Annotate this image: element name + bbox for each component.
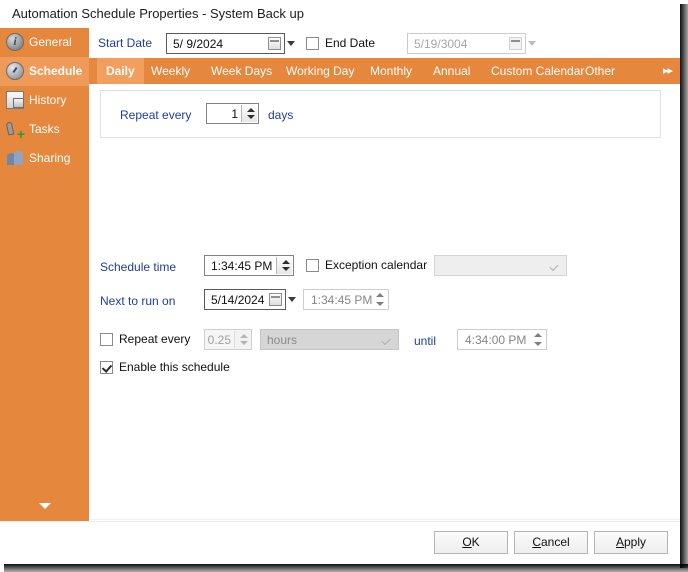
tab-weekly[interactable]: Weekly — [142, 58, 199, 84]
cancel-button[interactable]: Cancel — [514, 531, 588, 554]
date-row: Start Date 5/ 9/2024 End Date 5/19/3004 — [89, 28, 680, 58]
end-date-checkbox[interactable] — [306, 37, 319, 50]
schedule-time-value: 1:34:45 PM — [211, 259, 273, 273]
footer: OK Cancel Apply — [0, 521, 680, 565]
until-time-field[interactable]: 4:34:00 PM — [457, 329, 547, 350]
next-to-run-on-label: Next to run on — [100, 294, 176, 308]
tab-other[interactable]: Other — [576, 58, 624, 84]
schedule-time-field[interactable]: 1:34:45 PM — [204, 255, 294, 276]
spinner-arrows-icon[interactable] — [531, 332, 544, 347]
sidebar-item-label: History — [29, 93, 67, 107]
end-date-label: End Date — [325, 36, 376, 50]
tab-week-days[interactable]: Week Days — [202, 58, 281, 84]
repeat-every-label: Repeat every — [120, 108, 192, 122]
history-icon — [6, 91, 24, 109]
chevron-down-icon[interactable] — [528, 41, 536, 46]
tab-working-day[interactable]: Working Day — [277, 58, 363, 84]
calendar-icon[interactable] — [268, 37, 281, 50]
ok-label-rest: K — [471, 535, 480, 549]
ok-button[interactable]: OK — [434, 531, 508, 554]
title-bar: Automation Schedule Properties - System … — [0, 0, 680, 28]
end-date-field[interactable]: 5/19/3004 — [407, 33, 536, 54]
sidebar-item-tasks[interactable]: Tasks — [0, 115, 89, 144]
schedule-time-label: Schedule time — [100, 260, 177, 274]
properties-window: Automation Schedule Properties - System … — [0, 0, 680, 565]
sidebar-item-history[interactable]: History — [0, 86, 89, 115]
repeat-every-days-group: Repeat every 1 days — [100, 90, 661, 138]
chevron-down-icon[interactable] — [288, 297, 296, 302]
spinner-arrows-icon[interactable] — [234, 331, 250, 348]
cancel-label-rest: ancel — [540, 535, 570, 549]
window-title: Automation Schedule Properties - System … — [12, 6, 304, 21]
calendar-icon[interactable] — [509, 37, 522, 50]
chevron-down-icon[interactable] — [381, 335, 391, 346]
apply-label-rest: pply — [624, 535, 647, 549]
repeat-every-unit-combo[interactable]: hours — [260, 329, 399, 350]
tab-strip: Daily Weekly Week Days Working Day Month… — [89, 58, 680, 84]
next-to-run-on-date-value: 5/14/2024 — [211, 293, 265, 307]
next-to-run-on-time-field[interactable]: 1:34:45 PM — [303, 289, 389, 310]
repeat-every-unit-value: hours — [267, 333, 298, 347]
tab-daily[interactable]: Daily — [97, 58, 144, 84]
exception-calendar-label: Exception calendar — [325, 258, 428, 272]
until-time-value: 4:34:00 PM — [465, 333, 527, 347]
exception-calendar-combo[interactable] — [434, 255, 567, 276]
spinner-arrows-icon[interactable] — [373, 292, 386, 307]
tasks-icon — [6, 120, 25, 141]
next-to-run-on-time-value: 1:34:45 PM — [311, 293, 373, 307]
sidebar-item-schedule[interactable]: Schedule — [0, 57, 89, 86]
sidebar-item-label: Sharing — [29, 151, 71, 165]
tab-monthly[interactable]: Monthly — [361, 58, 421, 84]
apply-accel: A — [615, 535, 624, 549]
sharing-icon — [6, 149, 24, 167]
spinner-arrows-icon[interactable] — [241, 105, 257, 122]
next-to-run-on-date-field[interactable]: 5/14/2024 — [204, 289, 296, 310]
repeat-every-days-value: 1 — [231, 107, 238, 121]
start-date-value: 5/ 9/2024 — [173, 37, 224, 51]
clock-icon — [6, 62, 24, 80]
sidebar: General Schedule History Tasks Sharing — [0, 28, 89, 521]
sidebar-item-sharing[interactable]: Sharing — [0, 144, 89, 173]
repeat-every-hours-checkbox[interactable] — [100, 333, 113, 346]
chevron-down-icon[interactable] — [287, 41, 295, 46]
repeat-every-hours-value: 0.25 — [207, 333, 231, 347]
apply-button[interactable]: Apply — [594, 531, 668, 554]
window-shadow-bottom — [4, 564, 688, 572]
start-date-field[interactable]: 5/ 9/2024 — [166, 33, 295, 54]
ok-accel: O — [462, 535, 472, 549]
cancel-accel: C — [532, 535, 541, 549]
calendar-icon[interactable] — [269, 293, 282, 306]
until-label: until — [414, 334, 437, 348]
repeat-every-days-spinner[interactable]: 1 — [206, 103, 259, 124]
enable-schedule-label: Enable this schedule — [119, 360, 230, 374]
content-area: Start Date 5/ 9/2024 End Date 5/19/3004 … — [89, 28, 680, 521]
info-icon — [6, 33, 24, 51]
sidebar-item-label: Schedule — [29, 64, 83, 78]
enable-schedule-checkbox[interactable] — [100, 361, 113, 374]
start-date-label: Start Date — [98, 36, 153, 50]
sidebar-item-label: General — [29, 35, 72, 49]
chevron-down-icon — [38, 503, 51, 509]
window-shadow-right — [680, 4, 688, 568]
sidebar-item-general[interactable]: General — [0, 28, 89, 57]
footer-divider — [89, 519, 680, 520]
double-right-arrow-icon[interactable]: ▸▸ — [663, 58, 673, 84]
repeat-every-hours-label: Repeat every — [119, 332, 191, 346]
exception-calendar-checkbox[interactable] — [306, 259, 319, 272]
spinner-arrows-icon[interactable] — [276, 257, 292, 274]
repeat-every-hours-spinner[interactable]: 0.25 — [204, 329, 252, 350]
sidebar-item-label: Tasks — [29, 122, 60, 136]
sidebar-more-button[interactable] — [0, 501, 89, 511]
repeat-every-days-unit: days — [268, 108, 294, 122]
chevron-down-icon[interactable] — [549, 261, 559, 272]
tab-annual[interactable]: Annual — [424, 58, 479, 84]
daily-panel: Repeat every 1 days Schedule time 1:34:4… — [89, 84, 680, 521]
end-date-value: 5/19/3004 — [414, 37, 468, 51]
